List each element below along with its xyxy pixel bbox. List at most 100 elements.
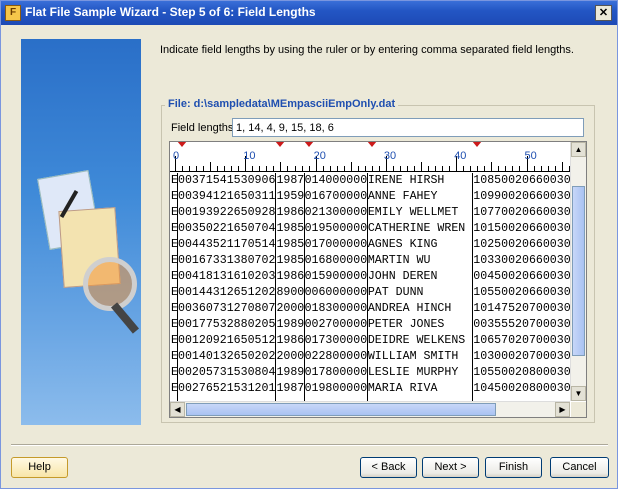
vertical-scroll-thumb[interactable] [572,186,585,356]
ruler-tick [512,166,514,172]
ruler-tick [287,166,289,172]
data-cell: 101500206600300 [473,222,570,235]
data-cell: 1985 [276,254,305,267]
data-cell: JOHN DEREN [367,270,438,283]
data-cell: 107700206600300 [473,206,570,219]
data-cell: AGNES KING [367,238,438,251]
field-divider [303,173,305,401]
data-cell: MARIA RIVA [367,382,438,395]
ruler-tick [463,166,465,172]
data-rows: E 00371541530906 1987 014000000 IRENE HIRSH 1… [170,173,570,401]
data-cell: 1986 [276,270,305,283]
data-cell: 00140132650202 [178,350,276,363]
ruler-label: 40 [454,150,467,162]
data-cell: 00120921650512 [178,334,276,347]
data-row: E 00371541530906 1987 014000000 IRENE HIRSH 1… [170,173,570,189]
ruler-tick [406,166,408,172]
ruler-label: 20 [313,150,326,162]
title-bar: F Flat File Sample Wizard - Step 5 of 6:… [1,1,617,25]
close-icon[interactable]: ✕ [595,5,612,21]
scroll-left-icon[interactable]: ◀ [170,402,185,417]
data-row: E 00120921650512 1986 017300000 DEIDRE WELKE… [170,333,570,349]
scroll-down-icon[interactable]: ▼ [571,386,586,401]
field-lengths-label: Field lengths: [171,122,237,134]
cancel-button[interactable]: Cancel [550,457,609,478]
ruler-tick [224,166,226,172]
field-ruler[interactable]: 0 10 20 30 40 50 [170,142,570,172]
data-cell: ANNE FAHEY [367,190,438,203]
field-break-marker[interactable] [472,142,483,147]
data-cell: 00177532880205 [178,318,276,331]
magnifier-handle [111,302,139,334]
ruler-tick [554,166,556,172]
ruler-tick [399,166,401,172]
data-row: E 00418131610203 1986 015900000 JOHN DEREN 00… [170,269,570,285]
data-cell: 004500206600300 [473,270,570,283]
ruler-tick [350,162,352,172]
data-cell: 2000 [276,302,305,315]
horizontal-scrollbar[interactable]: ◀ ▶ [170,401,570,417]
data-cell: 016700000 [304,190,368,203]
data-cell: 1989 [276,366,305,379]
data-cell: CATHERINE WREN [367,222,466,235]
ruler-tick [301,166,303,172]
data-cell: 108500206600300 [473,174,570,187]
data-cell: 1987 [276,174,305,187]
ruler-tick [329,166,331,172]
data-cell: EMILY WELLMET [367,206,459,219]
data-cell: PETER JONES [367,318,445,331]
field-break-marker[interactable] [275,142,286,147]
data-cell: 00350221650704 [178,222,276,235]
field-break-marker[interactable] [177,142,188,147]
data-cell: 00394121650311 [178,190,276,203]
data-cell: 1985 [276,238,305,251]
data-cell: 003555207000300 [473,318,570,331]
ruler-tick [364,166,366,172]
data-row: E 00276521531201 1987 019800000 MARIA RIVA 10… [170,381,570,397]
ruler-tick [294,166,296,172]
data-cell: 017300000 [304,334,368,347]
magnifier-icon [83,257,137,311]
data-cell: 105500206600300 [473,286,570,299]
next-button[interactable]: Next > [422,457,479,478]
field-lengths-input[interactable] [232,118,584,137]
ruler-tick [561,162,563,172]
ruler-tick [435,166,437,172]
back-button[interactable]: < Back [360,457,417,478]
field-divider [472,173,474,401]
data-preview: 0 10 20 30 40 50 E 00371541530906 1987 014000000… [169,141,587,418]
data-cell: 00443521170514 [178,238,276,251]
data-cell: 002700000 [304,318,368,331]
field-break-marker[interactable] [366,142,377,147]
ruler-tick [484,166,486,172]
help-button[interactable]: Help [11,457,68,478]
ruler-tick [449,166,451,172]
data-cell: 1987 [276,382,305,395]
scroll-right-icon[interactable]: ▶ [555,402,570,417]
ruler-tick [540,166,542,172]
ruler-tick [421,162,423,172]
data-row: E 00205731530804 1989 017800000 LESLIE MURPH… [170,365,570,381]
data-cell: 00205731530804 [178,366,276,379]
vertical-scrollbar[interactable]: ▲ ▼ [570,142,586,401]
data-cell: LESLIE MURPHY [367,366,459,379]
wizard-illustration [21,39,141,425]
horizontal-scroll-thumb[interactable] [186,403,496,416]
ruler-tick [428,166,430,172]
field-break-marker[interactable] [303,142,314,147]
ruler-tick [196,166,198,172]
ruler-tick [252,166,254,172]
data-cell: 019500000 [304,222,368,235]
scroll-up-icon[interactable]: ▲ [571,142,586,157]
data-cell: 019800000 [304,382,368,395]
ruler-tick [392,166,394,172]
finish-button[interactable]: Finish [485,457,542,478]
ruler-tick [210,162,212,172]
footer-separator [11,444,608,446]
data-cell: 00418131610203 [178,270,276,283]
data-row: E 00193922650928 1986 021300000 EMILY WELLME… [170,205,570,221]
ruler-tick [336,166,338,172]
data-cell: 015900000 [304,270,368,283]
scroll-corner [571,402,586,417]
data-cell: ANDREA HINCH [367,302,452,315]
